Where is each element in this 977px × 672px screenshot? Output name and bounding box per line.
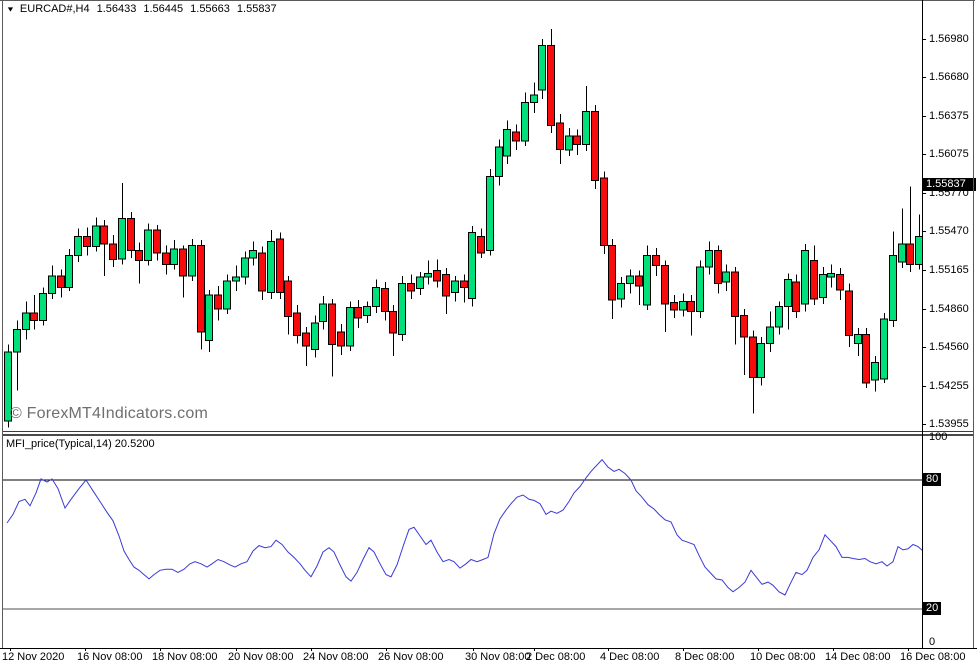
symbol-dropdown-icon[interactable]: ▼ [6,5,15,13]
indicator-level-tag: 80 [923,473,941,486]
indicator-scale-label: 100 [929,431,947,443]
price-tick-label: 1.56375 [929,110,969,122]
time-tick-label: 26 Nov 08:00 [378,651,443,663]
price-chart-canvas[interactable] [3,0,922,431]
time-tick-label: 10 Dec 08:00 [750,651,815,663]
panel-splitter[interactable] [3,431,973,436]
chart-header: ▼ EURCAD#,H4 1.56433 1.56445 1.55663 1.55837 [6,3,277,17]
window-right-border [973,0,974,648]
quote-low: 1.55663 [190,3,230,15]
price-axis-separator [922,0,923,648]
indicator-name-label: MFI_price(Typical,14) 20.5200 [6,438,155,450]
mt4-chart-window: ▼EURCAD#,H41.564331.564451.556631.55837 … [0,0,977,672]
price-tick-label: 1.55470 [929,225,969,237]
time-tick-label: 30 Nov 08:00 [465,651,530,663]
indicator-canvas[interactable] [3,435,922,648]
time-tick-label: 8 Dec 08:00 [675,651,734,663]
quote-high: 1.56445 [143,3,183,15]
price-axis[interactable]: 1.55837 1.569801.566801.563751.560751.55… [923,0,977,648]
time-tick-label: 12 Nov 2020 [2,651,64,663]
quote-open: 1.56433 [97,3,137,15]
time-tick-label: 20 Nov 08:00 [228,651,293,663]
price-tick-label: 1.56980 [929,33,969,45]
price-tick-label: 1.55165 [929,264,969,276]
price-tick-label: 1.56075 [929,148,969,160]
time-tick-label: 18 Nov 08:00 [152,651,217,663]
price-tick-label: 1.54560 [929,341,969,353]
symbol-label: EURCAD#,H4 [20,3,90,15]
time-tick-label: 2 Dec 08:00 [526,651,585,663]
price-tick-label: 1.54860 [929,303,969,315]
price-tick-label: 1.53955 [929,418,969,430]
price-tick-label: 1.56680 [929,71,969,83]
price-tick-label: 1.54255 [929,380,969,392]
quote-close: 1.55837 [237,3,277,15]
indicator-scale-label: 0 [929,636,935,648]
time-tick-label: 4 Dec 08:00 [600,651,659,663]
time-axis[interactable]: 12 Nov 2020 16 Nov 08:00 18 Nov 08:00 20 No… [0,648,977,672]
watermark: © ForexMT4Indicators.com [10,405,208,423]
price-tick-label: 1.55770 [929,187,969,199]
time-tick-label: 14 Dec 08:00 [825,651,890,663]
time-tick-label: 16 Nov 08:00 [77,651,142,663]
window-left-border [2,0,3,648]
time-tick-label: 24 Nov 08:00 [303,651,368,663]
indicator-level-tag: 20 [923,602,941,615]
time-tick-label: 16 Dec 08:00 [900,651,965,663]
window-top-border [0,0,975,1]
time-axis-line [0,648,977,649]
